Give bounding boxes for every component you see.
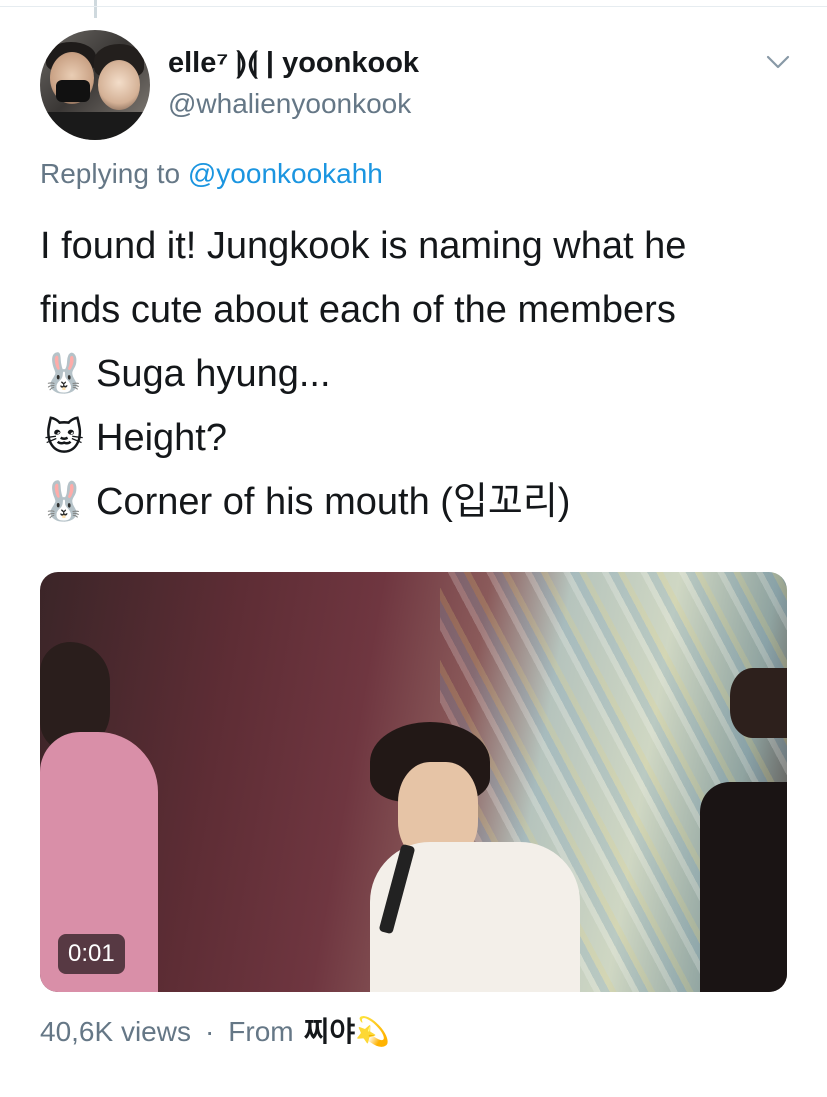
tweet-text-line: 🐰 Corner of his mouth (입꼬리) xyxy=(40,470,800,534)
avatar[interactable] xyxy=(40,30,150,140)
tweet-text-line-1: finds cute about each of the members xyxy=(40,289,676,331)
author-display-name[interactable]: elle⁷ ⟭⟬ | yoonkook xyxy=(168,47,419,80)
tweet-text-line-3: Height? xyxy=(96,417,227,459)
tweet-text-line: 🐱 Height? xyxy=(40,406,800,470)
chevron-down-icon[interactable] xyxy=(766,54,790,70)
source-account-link[interactable]: 찌야 xyxy=(304,1016,356,1047)
tweet-text-line: I found it! Jungkook is naming what he xyxy=(40,214,800,278)
top-divider xyxy=(0,6,827,7)
rabbit-face-icon: 🐰 xyxy=(40,353,88,395)
video-player[interactable] xyxy=(40,572,787,992)
rabbit-face-icon: 🐰 xyxy=(40,481,88,523)
thread-connector-line xyxy=(94,0,97,18)
tweet-text-line-4: Corner of his mouth (입꼬리) xyxy=(96,481,571,523)
tweet-text-line: 🐰 Suga hyung... xyxy=(40,342,800,406)
tweet-meta: 40,6K views · From 찌야💫 xyxy=(40,1010,390,1050)
video-duration-badge: 0:01 xyxy=(58,934,125,974)
tweet-text-line-0: I found it! Jungkook is naming what he xyxy=(40,225,687,267)
tweet-text-line: finds cute about each of the members xyxy=(40,278,800,342)
replying-to: Replying to @yoonkookahh xyxy=(40,158,383,190)
dizzy-icon: 💫 xyxy=(355,1016,391,1047)
view-count: 40,6K views xyxy=(40,1016,191,1047)
meta-separator: · xyxy=(204,1016,215,1047)
author-handle[interactable]: @whalienyoonkook xyxy=(168,88,411,120)
tweet-text-line-2: Suga hyung... xyxy=(96,353,331,395)
replying-to-prefix: Replying to xyxy=(40,158,181,189)
tweet-text: I found it! Jungkook is naming what he f… xyxy=(40,214,800,534)
cat-face-icon: 🐱 xyxy=(44,417,84,459)
reply-mention-link[interactable]: @yoonkookahh xyxy=(188,158,383,189)
from-label: From xyxy=(228,1016,294,1047)
